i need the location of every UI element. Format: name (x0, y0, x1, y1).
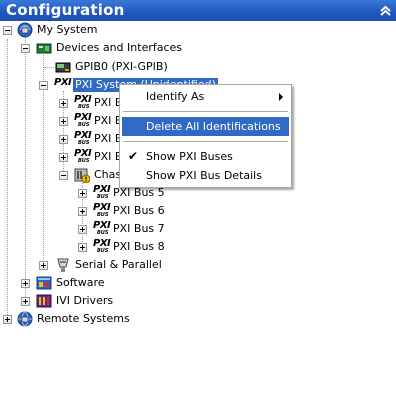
tree-item-pxi-bus[interactable]: PXI BUS PXI B (0, 94, 122, 112)
tree-item-pxi-bus[interactable]: PXI BUS PXI B (0, 112, 122, 130)
tree-item-serial-parallel[interactable]: Serial & Parallel (0, 256, 200, 274)
tree-label: My System (37, 23, 98, 36)
collapse-chevron-icon[interactable] (378, 3, 393, 18)
expand-toggle[interactable] (39, 261, 48, 270)
devices-icon (36, 43, 52, 54)
expand-toggle[interactable] (59, 99, 68, 108)
gpib-card-icon (55, 62, 71, 73)
software-icon (36, 276, 52, 290)
serial-port-icon (57, 258, 69, 272)
tree-line (44, 67, 54, 68)
tree-item-software[interactable]: Software (0, 274, 200, 292)
menu-item-label: Identify As (146, 90, 205, 103)
configuration-tree: My System Devices and Interfaces GPIB0 (… (0, 21, 396, 414)
menu-item-label: Show PXI Bus Details (146, 169, 262, 182)
tree-item-my-system[interactable]: My System (0, 21, 200, 39)
my-system-icon (17, 22, 33, 38)
tree-label: Remote Systems (37, 312, 130, 325)
expand-toggle[interactable] (78, 243, 87, 252)
remote-systems-icon (17, 311, 33, 327)
pxi-bus-icon: PXI BUS (74, 148, 92, 164)
window-title: Configuration (6, 1, 125, 19)
expand-toggle[interactable] (3, 315, 12, 324)
title-bar: Configuration (0, 0, 396, 21)
check-icon: ✔ (128, 149, 139, 163)
pxi-bus-icon: PXI BUS (93, 202, 111, 218)
expand-toggle[interactable] (59, 117, 68, 126)
expand-toggle[interactable] (59, 153, 68, 162)
pxi-bus-icon: PXI BUS (93, 184, 111, 200)
tree-item-devices-interfaces[interactable]: Devices and Interfaces (0, 39, 200, 57)
pxi-system-icon: PXI (54, 77, 72, 88)
tree-label: Software (56, 276, 105, 289)
tree-label: IVI Drivers (56, 294, 114, 307)
ivi-drivers-icon (36, 294, 52, 308)
tree-label: Chas (94, 168, 122, 181)
collapse-toggle[interactable] (39, 81, 48, 90)
tree-item-pxi-bus-8[interactable]: PXI BUS PXI Bus 8 (0, 238, 180, 256)
menu-item-show-pxi-buses[interactable]: ✔ Show PXI Buses (122, 147, 289, 166)
collapse-toggle[interactable] (21, 44, 30, 53)
menu-item-label: Delete All Identifications (146, 120, 281, 133)
tree-item-chassis[interactable]: Chas (0, 166, 122, 184)
collapse-toggle[interactable] (3, 26, 12, 35)
tree-item-gpib0[interactable]: GPIB0 (PXI-GPIB) (0, 58, 220, 76)
tree-item-pxi-bus[interactable]: PXI BUS PXI B (0, 148, 122, 166)
pxi-bus-icon: PXI BUS (74, 112, 92, 128)
menu-item-identify-as[interactable]: Identify As (122, 87, 289, 106)
pxi-bus-icon: PXI BUS (74, 94, 92, 110)
tree-item-pxi-bus[interactable]: PXI BUS PXI B (0, 130, 122, 148)
expand-toggle[interactable] (59, 135, 68, 144)
tree-label: Devices and Interfaces (56, 41, 183, 54)
tree-item-pxi-bus-6[interactable]: PXI BUS PXI Bus 6 (0, 202, 180, 220)
tree-label: Serial & Parallel (75, 258, 162, 271)
tree-label: PXI Bus 7 (113, 222, 165, 235)
pxi-bus-icon: PXI BUS (93, 238, 111, 254)
pxi-bus-icon: PXI BUS (93, 220, 111, 236)
expand-toggle[interactable] (78, 207, 87, 216)
tree-item-ivi-drivers[interactable]: IVI Drivers (0, 292, 200, 310)
menu-item-delete-all-identifications[interactable]: Delete All Identifications (122, 117, 289, 136)
tree-label: GPIB0 (PXI-GPIB) (75, 60, 168, 73)
menu-separator (123, 141, 288, 142)
tree-item-pxi-bus-7[interactable]: PXI BUS PXI Bus 7 (0, 220, 180, 238)
context-menu: Identify As Delete All Identifications ✔… (119, 84, 292, 188)
expand-toggle[interactable] (78, 225, 87, 234)
tree-item-remote-systems[interactable]: Remote Systems (0, 310, 200, 328)
submenu-arrow-icon (279, 93, 283, 101)
chassis-warning-icon (74, 168, 90, 183)
menu-item-label: Show PXI Buses (146, 150, 233, 163)
expand-toggle[interactable] (21, 297, 30, 306)
expand-toggle[interactable] (78, 189, 87, 198)
expand-toggle[interactable] (21, 279, 30, 288)
collapse-toggle[interactable] (59, 171, 68, 180)
menu-item-show-pxi-bus-details[interactable]: Show PXI Bus Details (122, 166, 289, 185)
tree-label: PXI Bus 6 (113, 204, 165, 217)
pxi-bus-icon: PXI BUS (74, 130, 92, 146)
menu-separator (123, 111, 288, 112)
tree-label: PXI Bus 5 (113, 186, 165, 199)
tree-label: PXI Bus 8 (113, 240, 165, 253)
